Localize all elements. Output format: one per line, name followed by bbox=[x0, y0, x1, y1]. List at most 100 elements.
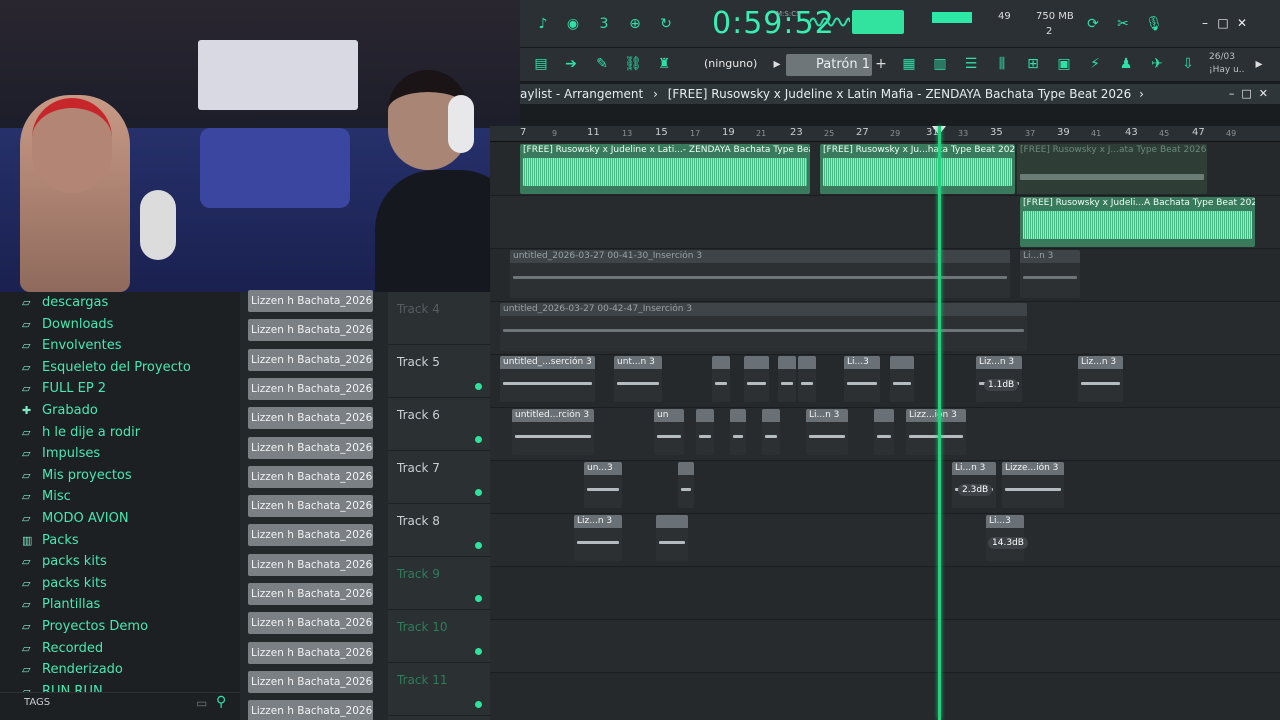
search-icon[interactable]: ⚲ bbox=[216, 694, 226, 710]
audio-clip[interactable]: unt...n 3 bbox=[614, 356, 662, 402]
undo-icon[interactable]: ⟳ bbox=[1080, 14, 1106, 34]
browser-folder[interactable]: ▱ Proyectos Demo bbox=[22, 616, 148, 637]
audio-clip[interactable]: untitled_...serción 3 bbox=[500, 356, 595, 402]
pl-maximize-icon[interactable]: □ bbox=[1241, 87, 1251, 100]
file-item[interactable]: Lizzen h Bachata_2026-0... bbox=[248, 377, 373, 400]
audio-clip[interactable]: Li...n 3 bbox=[1020, 250, 1080, 298]
blend-icon[interactable]: ⊕ bbox=[622, 14, 648, 34]
gain-badge[interactable]: 2.3dB bbox=[958, 484, 993, 496]
file-item[interactable]: Lizzen h Bachata_2026-0... bbox=[248, 524, 373, 547]
file-item[interactable]: Lizzen h Bachata_2026-0... bbox=[248, 583, 373, 605]
timeline-ruler[interactable]: 7 9 11 13 15 17 19 21 23 25 27 29 31 33 35 37 39 41 43 45 47… bbox=[490, 126, 1280, 142]
audio-clip[interactable]: Lizze...ión 3 bbox=[1002, 462, 1064, 508]
audio-clip[interactable] bbox=[678, 462, 694, 508]
audio-clip[interactable] bbox=[874, 409, 894, 455]
file-item[interactable]: Lizzen h Bachata_2026-0... bbox=[248, 290, 373, 312]
audio-clip[interactable]: un...3 bbox=[584, 462, 622, 508]
plugin-icon[interactable]: ⚡ bbox=[1082, 54, 1108, 74]
browser-folder[interactable]: ▱ packs kits bbox=[22, 573, 107, 594]
stamp-icon[interactable]: ♜ bbox=[651, 54, 677, 74]
browser-folder[interactable]: ▱ Misc bbox=[22, 486, 71, 507]
browser-folder[interactable]: ▱ descargas bbox=[22, 292, 108, 313]
audio-clip[interactable]: [FREE] Rusowsky x Judeline x Lati...- ZE… bbox=[520, 144, 810, 194]
file-item[interactable]: Lizzen h Bachata_2026-0... bbox=[248, 319, 373, 342]
track-header[interactable]: Track 10 bbox=[388, 610, 490, 663]
audio-clip[interactable] bbox=[762, 409, 780, 455]
audio-clip[interactable] bbox=[798, 356, 816, 402]
file-item[interactable]: Lizzen h Bachata_2026-0... bbox=[248, 465, 373, 488]
track-enable-led[interactable] bbox=[475, 595, 482, 602]
browser-folder[interactable]: ▱ MODO AVION bbox=[22, 508, 129, 529]
link-icon[interactable]: ⛓ bbox=[620, 54, 646, 74]
track-enable-led[interactable] bbox=[475, 436, 482, 443]
file-item[interactable]: Lizzen h Bachata_2026-0... bbox=[248, 436, 373, 459]
audio-clip[interactable] bbox=[730, 409, 746, 455]
browser-folder[interactable]: ▱ Downloads bbox=[22, 314, 113, 335]
piano-icon[interactable]: ▤ bbox=[528, 54, 554, 74]
audio-clip[interactable]: [FREE] Rusowsky x Ju...hata Type Beat 20… bbox=[820, 144, 1015, 194]
audio-clip[interactable]: Liz...n 3 bbox=[1078, 356, 1123, 402]
file-item[interactable]: Lizzen h Bachata_2026-0... bbox=[248, 670, 373, 693]
track-enable-led[interactable] bbox=[475, 489, 482, 496]
arrow-right-icon[interactable]: ➔ bbox=[558, 54, 584, 74]
more-icon[interactable]: ▸ bbox=[1246, 54, 1272, 74]
browser-folder[interactable]: ✚ Grabado bbox=[22, 400, 98, 421]
track-header[interactable]: Track 6 bbox=[388, 398, 490, 451]
folder-icon[interactable]: ▭ bbox=[196, 696, 207, 710]
track-header[interactable]: Track 5 bbox=[388, 345, 490, 398]
file-item[interactable]: Lizzen h Bachata_2026-0... bbox=[248, 407, 373, 430]
track-enable-led[interactable] bbox=[475, 542, 482, 549]
file-item[interactable]: Lizzen h Bachata_2026-0... bbox=[248, 495, 373, 518]
performance-icon[interactable]: ♟ bbox=[1113, 54, 1139, 74]
project-icon[interactable]: ▣ bbox=[1051, 54, 1077, 74]
audio-clip[interactable]: [FREE] Rusowsky x J...ata Type Beat 2026 bbox=[1017, 144, 1207, 194]
browser-folder[interactable]: ▱ FULL EP 2 bbox=[22, 378, 106, 399]
track-header[interactable]: Track 7 bbox=[388, 451, 490, 504]
playlist-icon[interactable]: ▦ bbox=[896, 54, 922, 74]
mixer-target[interactable]: (ninguno) bbox=[704, 57, 757, 70]
pattern-selector[interactable]: Patrón 1 bbox=[786, 54, 872, 76]
track-enable-led[interactable] bbox=[475, 383, 482, 390]
audio-clip[interactable]: Li...n 3 bbox=[806, 409, 848, 455]
audio-clip[interactable]: untitled...rción 3 bbox=[512, 409, 594, 455]
track-header[interactable]: Track 11 bbox=[388, 663, 490, 716]
audio-clip[interactable] bbox=[696, 409, 714, 455]
piano-roll-icon[interactable]: ☰ bbox=[958, 54, 984, 74]
browser-folder[interactable]: ▱ Esqueleto del Proyecto bbox=[22, 357, 191, 378]
metronome-icon[interactable]: ♪ bbox=[530, 14, 556, 34]
track-header[interactable]: Track 4 bbox=[388, 292, 490, 345]
browser-icon[interactable]: ⊞ bbox=[1020, 54, 1046, 74]
audio-clip[interactable]: [FREE] Rusowsky x Judeli...A Bachata Typ… bbox=[1020, 197, 1255, 247]
cut-icon[interactable]: ✂ bbox=[1110, 14, 1136, 34]
channel-rack-icon[interactable]: ▥ bbox=[927, 54, 953, 74]
audio-clip[interactable]: Lizz...ión 3 bbox=[906, 409, 966, 455]
download-icon[interactable]: ⇩ bbox=[1175, 54, 1201, 74]
browser-folder[interactable]: ▱ h le dije a rodir bbox=[22, 422, 140, 443]
send-icon[interactable]: ✈ bbox=[1144, 54, 1170, 74]
browser-folder[interactable]: ▥ Packs bbox=[22, 530, 79, 551]
file-item[interactable]: Lizzen h Bachata_2026-0... bbox=[248, 700, 373, 720]
audio-clip[interactable]: untitled_2026-03-27 00-42-47_Inserción 3 bbox=[500, 303, 1027, 351]
master-volume-meter[interactable] bbox=[852, 10, 904, 34]
maximize-icon[interactable]: □ bbox=[1215, 16, 1231, 30]
countdown-icon[interactable]: 3 bbox=[591, 14, 617, 34]
browser-folder[interactable]: ▱ Impulses bbox=[22, 443, 100, 464]
loop-record-icon[interactable]: ↻ bbox=[653, 14, 679, 34]
browser-folder[interactable]: ▱ Recorded bbox=[22, 638, 103, 659]
browser-folder[interactable]: ▱ Mis proyectos bbox=[22, 465, 132, 486]
minimize-icon[interactable]: – bbox=[1197, 16, 1213, 30]
track-enable-led[interactable] bbox=[475, 701, 482, 708]
file-item[interactable]: Lizzen h Bachata_2026-0... bbox=[248, 553, 373, 576]
browser-folder[interactable]: ▱ Plantillas bbox=[22, 594, 100, 615]
audio-clip[interactable] bbox=[890, 356, 914, 402]
audio-clip[interactable]: Liz...n 3 bbox=[574, 515, 622, 561]
mic-icon[interactable]: 🎙 bbox=[1141, 14, 1167, 34]
close-icon[interactable]: ✕ bbox=[1234, 16, 1250, 30]
track-enable-led[interactable] bbox=[475, 648, 482, 655]
mixer-icon[interactable]: ⫼ bbox=[989, 54, 1015, 74]
file-item[interactable]: Lizzen h Bachata_2026-0... bbox=[248, 612, 373, 635]
playhead[interactable] bbox=[938, 126, 941, 720]
track-header[interactable]: Track 8 bbox=[388, 504, 490, 557]
audio-clip[interactable] bbox=[656, 515, 688, 561]
wait-input-icon[interactable]: ◉ bbox=[560, 14, 586, 34]
